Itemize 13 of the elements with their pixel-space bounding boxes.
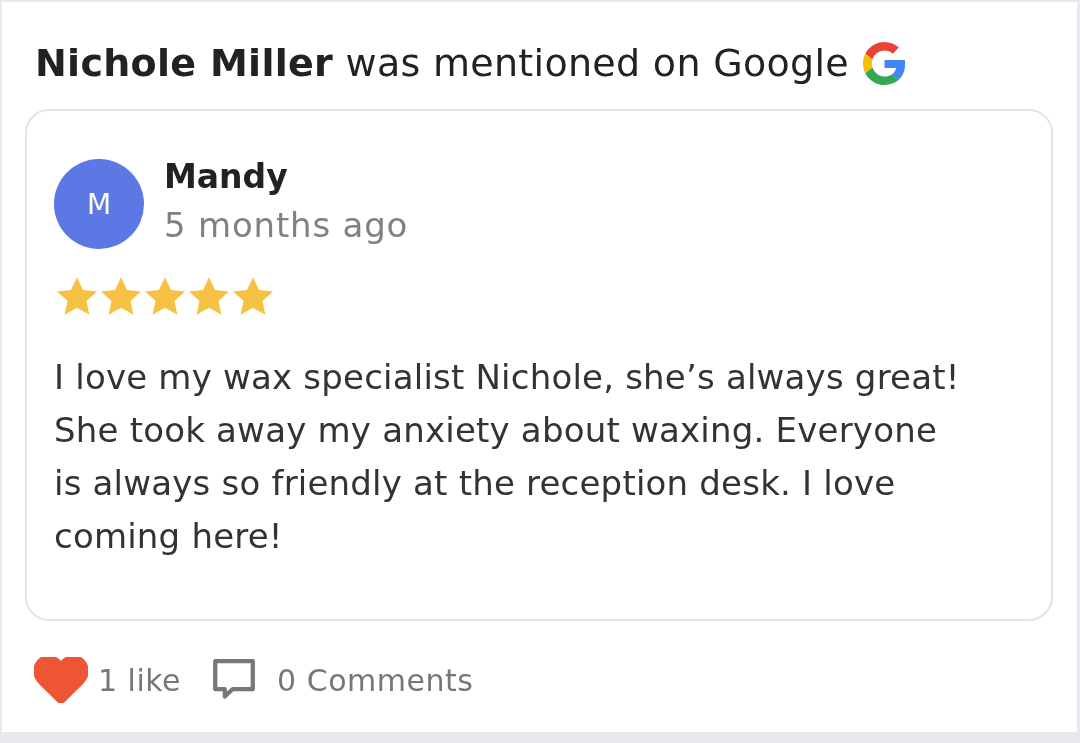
- like-button[interactable]: 1 like: [34, 657, 182, 703]
- avatar: M: [54, 159, 144, 249]
- star-icon: [101, 277, 141, 315]
- review-text: I love my wax specialist Nichole, she’s always great! She took away my anxiety about waxing. Everyone is always so friendly at the reception desk. I love coming here!: [54, 356, 961, 558]
- star-icon: [233, 277, 273, 315]
- google-g-icon: [862, 41, 906, 85]
- post-title: Nichole Miller was mentioned on Google: [35, 41, 849, 85]
- star-icon: [145, 277, 185, 315]
- star-icon: [189, 277, 229, 315]
- star-icon: [57, 277, 97, 315]
- review-time: 5 months ago: [164, 204, 409, 247]
- comments-button[interactable]: 0 Comments: [211, 657, 474, 703]
- reviewer-name: Mandy: [164, 156, 289, 198]
